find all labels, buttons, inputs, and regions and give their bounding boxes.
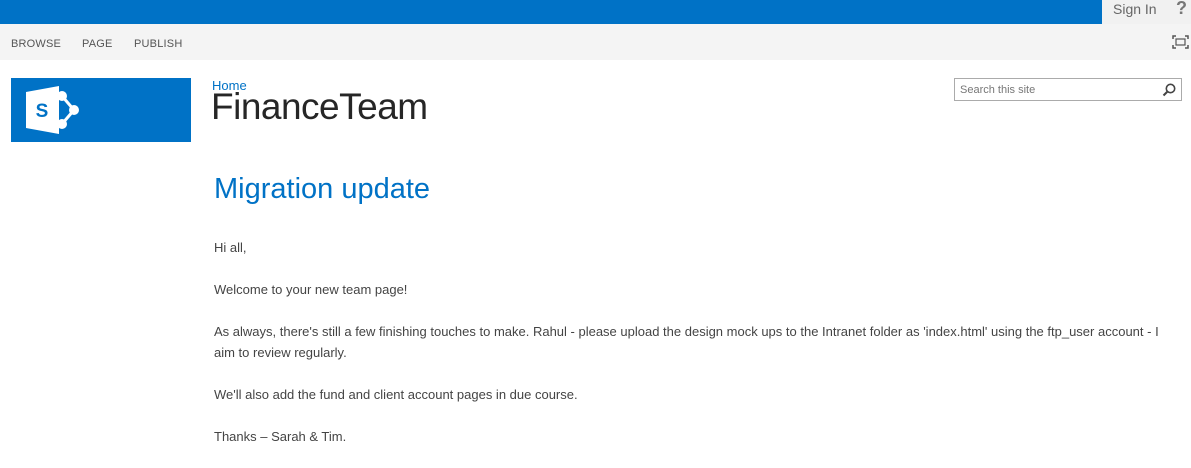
site-title[interactable]: FinanceTeam bbox=[211, 86, 428, 128]
focus-on-content-icon[interactable] bbox=[1172, 35, 1189, 49]
content-paragraph: Hi all, bbox=[214, 240, 247, 255]
tab-publish[interactable]: PUBLISH bbox=[134, 38, 182, 50]
suite-bar bbox=[0, 0, 1191, 24]
tab-page[interactable]: PAGE bbox=[82, 38, 113, 50]
help-icon[interactable]: ? bbox=[1176, 0, 1187, 19]
tab-browse[interactable]: BROWSE bbox=[11, 38, 61, 50]
sharepoint-logo-icon: S bbox=[26, 86, 79, 134]
content-paragraph: We'll also add the fund and client accou… bbox=[214, 387, 578, 402]
site-logo[interactable]: S bbox=[11, 78, 191, 142]
svg-text:S: S bbox=[36, 101, 49, 122]
content-paragraph: Thanks – Sarah & Tim. bbox=[214, 429, 347, 444]
search-input[interactable] bbox=[955, 79, 1165, 100]
content-paragraph: As always, there's still a few finishing… bbox=[214, 324, 1159, 360]
page-content: Hi all, Welcome to your new team page! A… bbox=[214, 237, 1174, 468]
magnifier-icon[interactable] bbox=[1161, 82, 1177, 98]
sign-in-link[interactable]: Sign In bbox=[1113, 1, 1157, 17]
search-box[interactable] bbox=[954, 78, 1182, 101]
page-title: Migration update bbox=[214, 173, 431, 205]
ribbon: BROWSE PAGE PUBLISH bbox=[0, 24, 1191, 60]
content-paragraph: Welcome to your new team page! bbox=[214, 282, 408, 297]
